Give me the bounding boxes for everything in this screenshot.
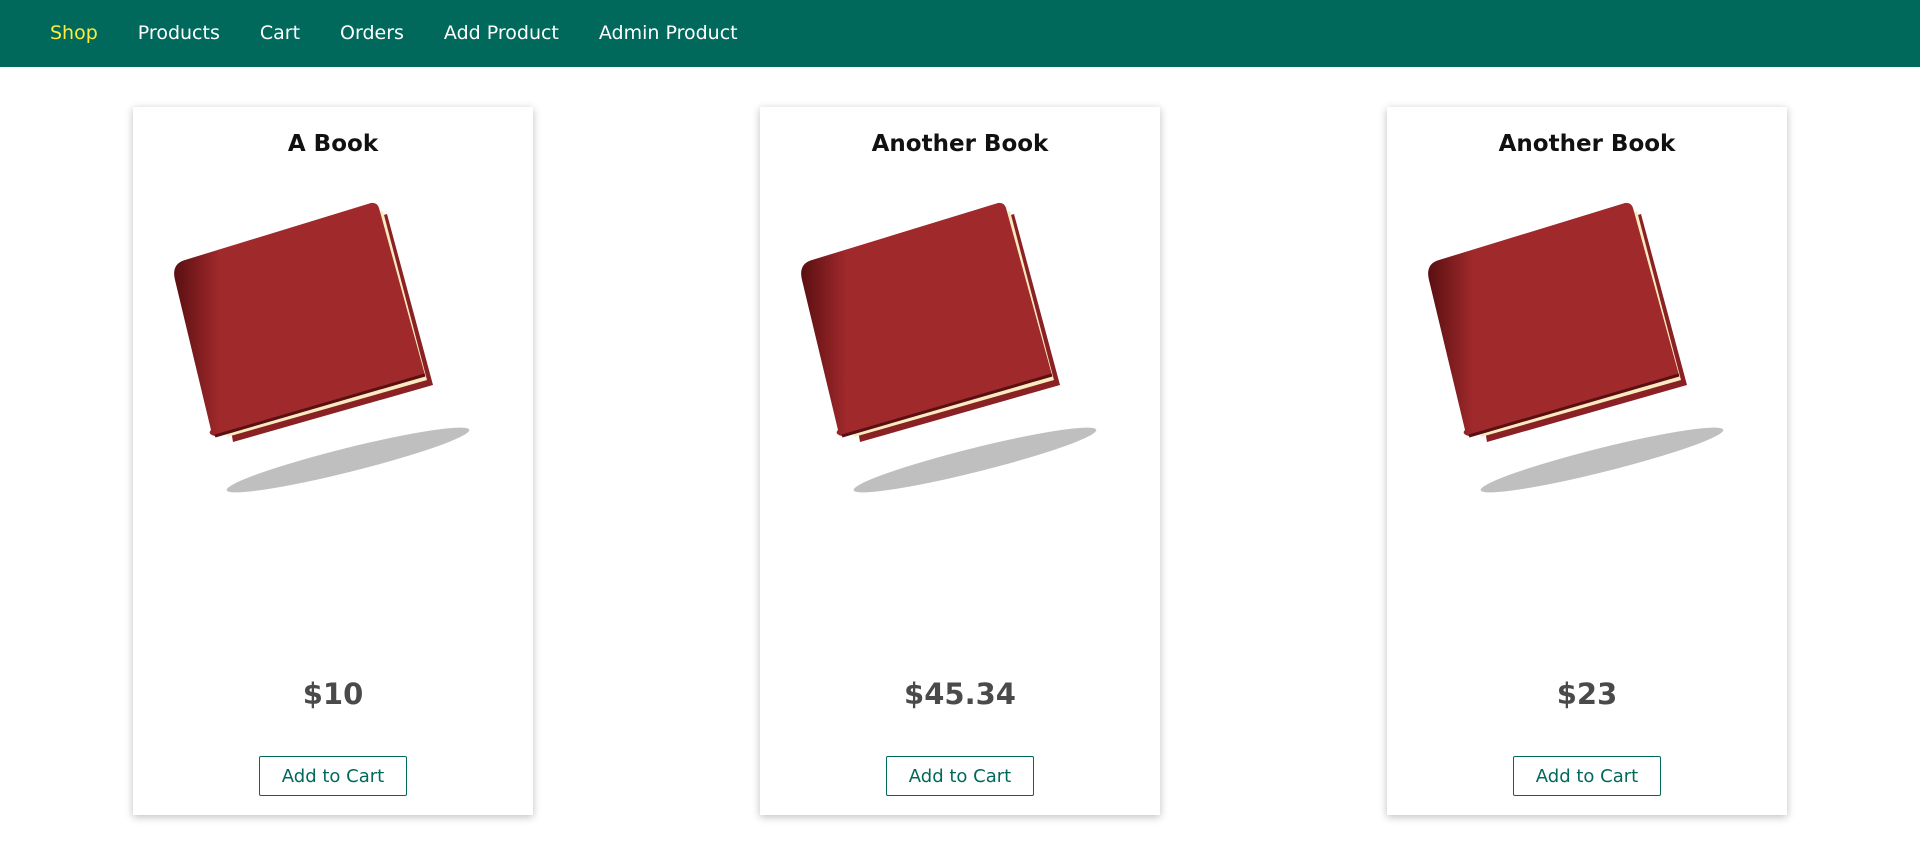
product-card: A Book $10 Add to Cart xyxy=(133,107,533,815)
product-title: A Book xyxy=(287,131,379,157)
product-price: $10 xyxy=(302,677,364,711)
nav-item-shop[interactable]: Shop xyxy=(50,24,98,43)
product-price: $45.34 xyxy=(904,677,1016,711)
product-card: Another Book $23 Add to Cart xyxy=(1387,107,1787,815)
product-card: Another Book $45.34 Add to Cart xyxy=(760,107,1160,815)
nav-item-add-product[interactable]: Add Product xyxy=(444,24,559,43)
nav-item-cart[interactable]: Cart xyxy=(260,24,300,43)
product-price: $23 xyxy=(1556,677,1618,711)
add-to-cart-button[interactable]: Add to Cart xyxy=(1513,756,1661,796)
main-nav: Shop Products Cart Orders Add Product Ad… xyxy=(50,24,778,43)
nav-item-admin-product[interactable]: Admin Product xyxy=(599,24,738,43)
book-icon xyxy=(174,202,470,493)
product-grid: A Book $10 Add to Cart Another Book $45.… xyxy=(0,67,1920,866)
add-to-cart-button[interactable]: Add to Cart xyxy=(259,756,407,796)
product-title: Another Book xyxy=(1498,131,1676,157)
add-to-cart-button[interactable]: Add to Cart xyxy=(886,756,1034,796)
book-icon xyxy=(1428,202,1724,493)
nav-item-products[interactable]: Products xyxy=(138,24,220,43)
book-icon xyxy=(801,202,1097,493)
product-title: Another Book xyxy=(871,131,1049,157)
main-header: Shop Products Cart Orders Add Product Ad… xyxy=(0,0,1920,67)
nav-item-orders[interactable]: Orders xyxy=(340,24,404,43)
